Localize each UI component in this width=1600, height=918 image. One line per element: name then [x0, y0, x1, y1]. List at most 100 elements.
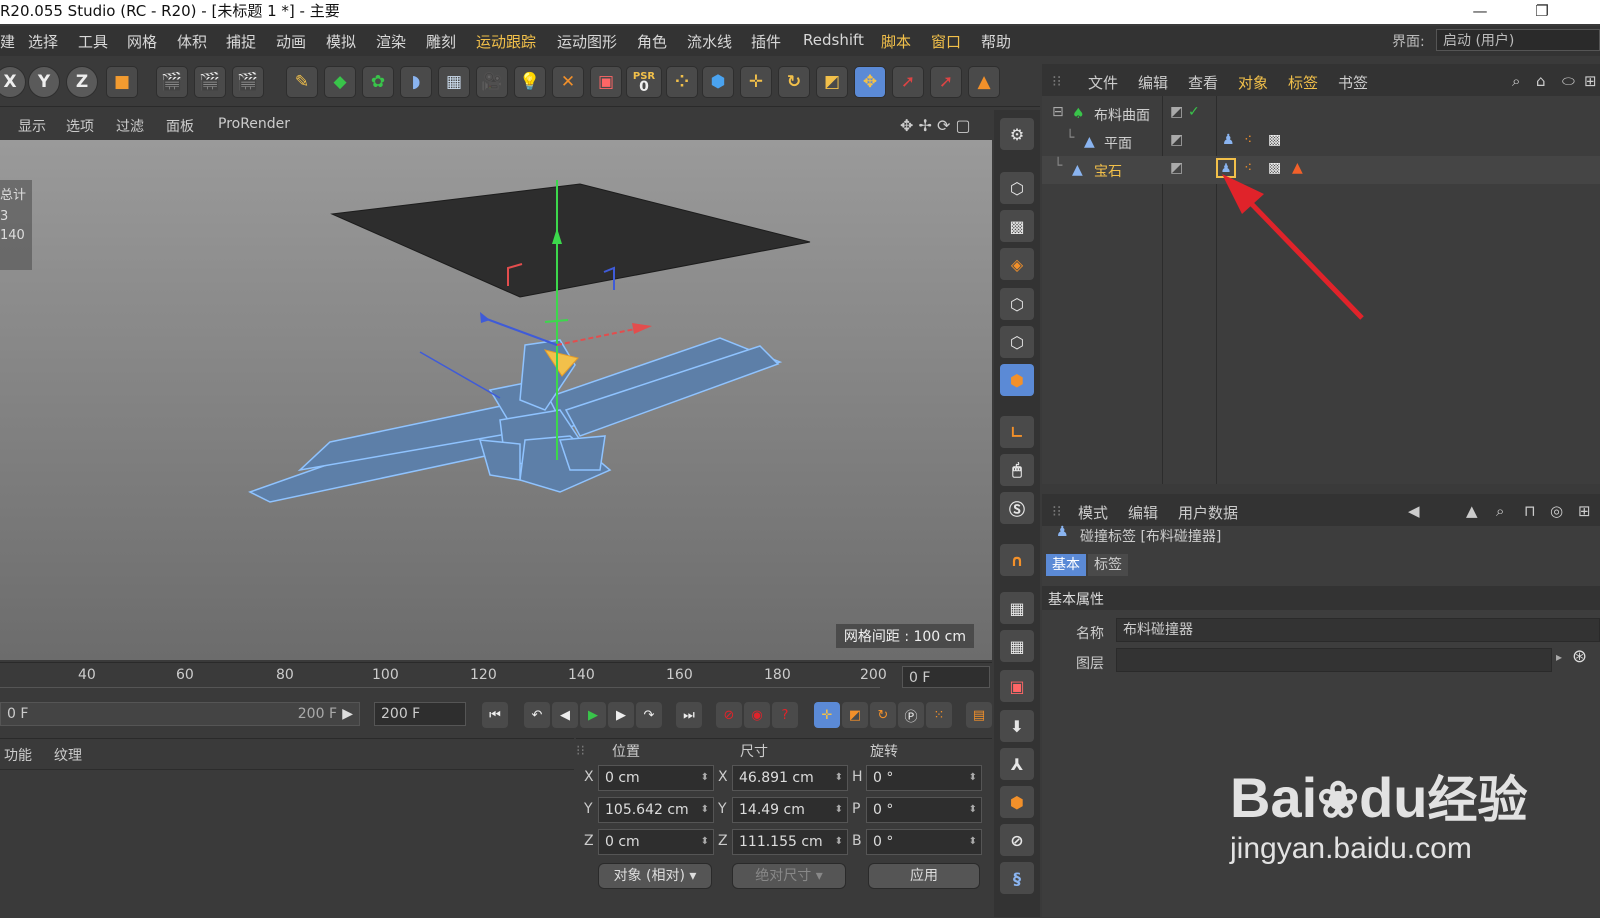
disable-button[interactable]: ⊘: [1000, 824, 1034, 856]
play-button[interactable]: ▶: [580, 702, 606, 728]
record-button[interactable]: ⊘: [716, 702, 742, 728]
om-menu-file[interactable]: 文件: [1088, 72, 1118, 93]
record-position-button[interactable]: ✛: [814, 702, 840, 728]
layer-field[interactable]: [1116, 648, 1552, 672]
live-selection-button[interactable]: ✥: [854, 66, 886, 98]
light-button[interactable]: 💡: [514, 66, 546, 98]
tab-tag[interactable]: 标签: [1088, 554, 1128, 576]
layer-picker-icon[interactable]: ⊛: [1572, 646, 1587, 667]
menu-item-select[interactable]: 选择: [28, 31, 58, 52]
menu-item-script[interactable]: 脚本: [881, 31, 911, 52]
cloth-tag-icon[interactable]: ♟: [1222, 132, 1235, 148]
record-parameter-button[interactable]: Ⓟ: [898, 702, 924, 728]
object-row-gem[interactable]: └ ▲ 宝石 ◩ ♟ ⁖ ▩ ▲: [1042, 156, 1600, 184]
layer-dropdown-icon[interactable]: ▸: [1556, 650, 1562, 664]
model-mode-side-button[interactable]: ⬡: [1000, 172, 1034, 204]
viewport-menu-display[interactable]: 显示: [18, 116, 46, 136]
timeline-ruler[interactable]: 40 60 80 100 120 140 160 180 200 0 F: [0, 662, 992, 693]
toggle-icon[interactable]: ⬭: [1562, 72, 1575, 90]
om-menu-bookmarks[interactable]: 书签: [1338, 72, 1368, 93]
preview-range-slider[interactable]: 0 F 200 F ▶: [0, 702, 360, 726]
record-scale-button[interactable]: ◩: [842, 702, 868, 728]
menu-item-mograph[interactable]: 运动图形: [557, 31, 617, 52]
position-x-field[interactable]: 0 cm ⬍: [598, 765, 714, 791]
home-icon[interactable]: ⌂: [1536, 72, 1546, 90]
timeline-window-button[interactable]: ▤: [966, 702, 992, 728]
edge-mode-button[interactable]: ⬡: [1000, 326, 1034, 358]
menu-item-help[interactable]: 帮助: [981, 31, 1011, 52]
menu-item-snap[interactable]: 捕捉: [226, 31, 256, 52]
character-tool-button[interactable]: ⬢: [1000, 786, 1034, 818]
character-button[interactable]: ▲: [968, 66, 1000, 98]
minimize-button[interactable]: —: [1460, 0, 1500, 24]
viewport-menu-options[interactable]: 选项: [66, 116, 94, 136]
target-icon[interactable]: ◎: [1550, 502, 1563, 520]
floor-button[interactable]: ▦: [438, 66, 470, 98]
menu-item-volume[interactable]: 体积: [177, 31, 207, 52]
object-row-cloth-surface[interactable]: ⊟ ♠ 布料曲面 ◩ ✓: [1042, 100, 1600, 128]
model-mode-button[interactable]: ⬢: [702, 66, 734, 98]
menu-item-motion-tracker[interactable]: 运动跟踪: [476, 31, 536, 52]
texture-mode-button[interactable]: ▩: [1000, 210, 1034, 242]
tweak-mode-button[interactable]: 🖱: [1000, 454, 1034, 486]
render-to-picture-viewer-button[interactable]: 🎬: [194, 66, 226, 98]
layer-toggle-icon[interactable]: ◩: [1170, 104, 1183, 120]
record-rotation-button[interactable]: ↻: [870, 702, 896, 728]
viewport-menu-panel[interactable]: 面板: [166, 116, 194, 136]
y-axis-lock-button[interactable]: Y: [28, 66, 60, 98]
tab-basic[interactable]: 基本: [1046, 554, 1086, 576]
rotation-h-field[interactable]: 0 ° ⬍: [866, 765, 982, 791]
record-pla-button[interactable]: ⁙: [926, 702, 952, 728]
autokey-button[interactable]: ◉: [744, 702, 770, 728]
menu-item-plugins[interactable]: 插件: [751, 31, 781, 52]
mat-menu-texture[interactable]: 纹理: [54, 745, 82, 765]
search-icon[interactable]: ⌕: [1512, 72, 1520, 90]
x-axis-lock-button[interactable]: X: [0, 66, 26, 98]
layer-toggle-icon[interactable]: ◩: [1170, 160, 1183, 176]
next-key-button[interactable]: ↷: [636, 702, 662, 728]
size-z-field[interactable]: 111.155 cm ⬍: [732, 829, 848, 855]
joint-tool-button[interactable]: ⅄: [1000, 748, 1034, 780]
scale-button[interactable]: ◩: [816, 66, 848, 98]
spinner-icon[interactable]: ⬍: [701, 830, 709, 854]
coordinate-mode-select[interactable]: 对象 (相对) ▾: [598, 863, 712, 889]
deformer-button[interactable]: ◗: [400, 66, 432, 98]
range-handle-icon[interactable]: ▶: [342, 703, 353, 725]
om-menu-objects[interactable]: 对象: [1238, 72, 1268, 93]
3d-viewport[interactable]: 总计 3 140 网格间距 : 100 cm: [0, 140, 992, 660]
restore-button[interactable]: ❐: [1522, 0, 1562, 24]
menu-item-simulate[interactable]: 模拟: [326, 31, 356, 52]
go-to-start-button[interactable]: ⏮: [482, 702, 508, 728]
psr-button[interactable]: PSR 0: [626, 66, 662, 98]
apply-button[interactable]: 应用: [868, 863, 980, 889]
make-editable-button[interactable]: ⚙: [1000, 118, 1034, 150]
size-mode-select[interactable]: 绝对尺寸 ▾: [732, 863, 846, 889]
viewport-solo-button[interactable]: ▣: [1000, 670, 1034, 702]
previous-frame-button[interactable]: ◀: [552, 702, 578, 728]
position-y-field[interactable]: 105.642 cm ⬍: [598, 797, 714, 823]
snap-button[interactable]: ✕: [552, 66, 584, 98]
position-z-field[interactable]: 0 cm ⬍: [598, 829, 714, 855]
workplane-mode-button[interactable]: ◈: [1000, 248, 1034, 280]
name-field[interactable]: 布料碰撞器: [1116, 618, 1600, 642]
rotate-button[interactable]: ↻: [778, 66, 810, 98]
new-window-icon[interactable]: ⊞: [1584, 72, 1597, 90]
move-button[interactable]: ✛: [740, 66, 772, 98]
om-menu-tags[interactable]: 标签: [1288, 72, 1318, 93]
next-frame-button[interactable]: ▶: [608, 702, 634, 728]
polygon-mode-button[interactable]: ⬢: [1000, 364, 1034, 396]
menu-item-mesh[interactable]: 网格: [127, 31, 157, 52]
render-view-button[interactable]: 🎬: [156, 66, 188, 98]
new-window-icon[interactable]: ⊞: [1578, 502, 1591, 520]
menu-item-create[interactable]: 建: [0, 31, 15, 52]
collision-tag-icon[interactable]: ♟: [1216, 158, 1236, 178]
dots-tag-icon[interactable]: ⁖: [1244, 160, 1252, 176]
rotation-p-field[interactable]: 0 ° ⬍: [866, 797, 982, 823]
menu-item-character[interactable]: 角色: [637, 31, 667, 52]
collapse-icon[interactable]: ⊟: [1052, 104, 1064, 120]
om-menu-edit[interactable]: 编辑: [1138, 72, 1168, 93]
checker-tag-icon[interactable]: ▩: [1268, 160, 1281, 176]
spinner-icon[interactable]: ⬍: [701, 798, 709, 822]
select-tool-2-button[interactable]: ➚: [930, 66, 962, 98]
viewport-menu-filter[interactable]: 过滤: [116, 116, 144, 136]
